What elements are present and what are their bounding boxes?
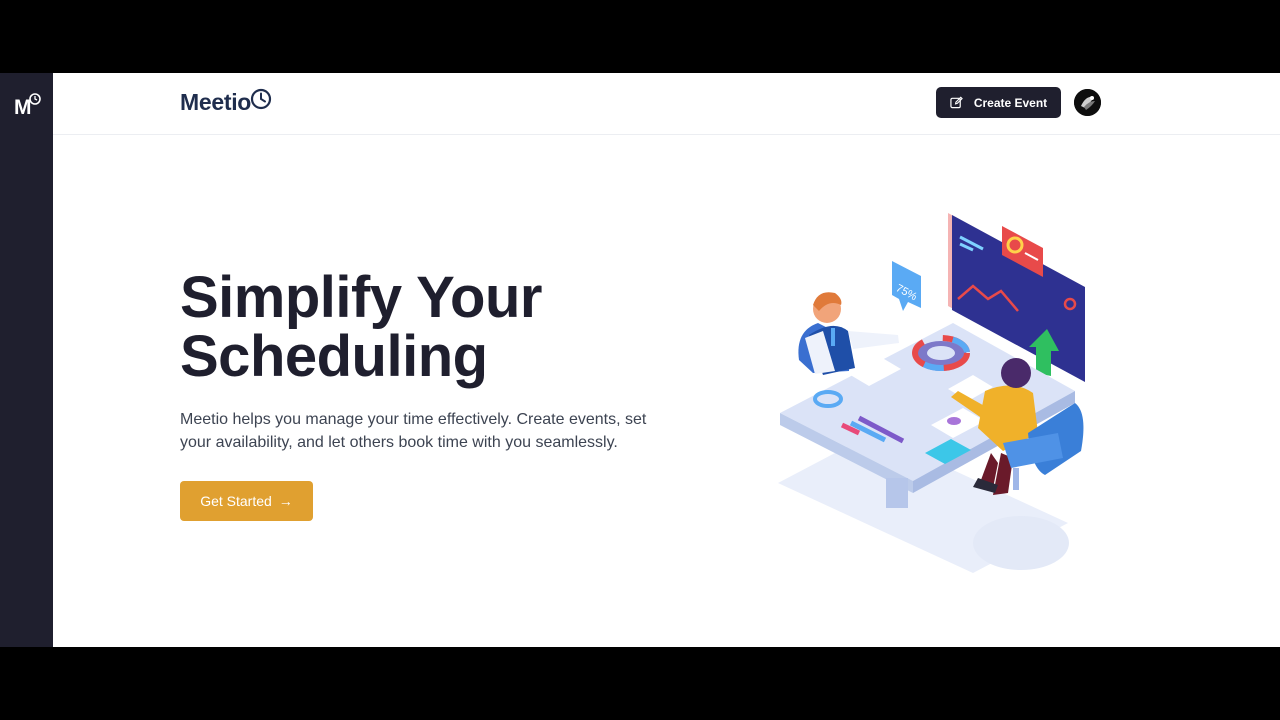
arrow-right-icon: → — [278, 493, 293, 509]
main-viewport: Meetio Create Event Simplify Your Schedu… — [53, 73, 1280, 647]
hero-description-line2: your availability, and let others book t… — [180, 434, 618, 451]
user-avatar[interactable] — [1074, 89, 1101, 116]
create-event-button[interactable]: Create Event — [936, 87, 1061, 118]
brand-logo[interactable]: Meetio — [180, 87, 272, 117]
hero-description: Meetio helps you manage your time effect… — [180, 408, 670, 454]
sidebar-logo-icon[interactable]: M — [14, 92, 42, 118]
edit-icon — [950, 96, 963, 109]
hero-description-line1: Meetio helps you manage your time effect… — [180, 411, 647, 428]
hero-title: Simplify Your Scheduling — [180, 268, 640, 386]
brand-name: Meetio — [180, 88, 252, 115]
top-navigation-bar: Meetio Create Event — [53, 73, 1280, 135]
avatar-image — [1074, 89, 1101, 116]
get-started-button[interactable]: Get Started → — [180, 481, 313, 521]
sidebar-logo-letter: M — [14, 96, 32, 118]
meeting-illustration: 75% — [778, 213, 1085, 573]
create-event-label: Create Event — [973, 95, 1048, 110]
get-started-label: Get Started — [200, 493, 272, 509]
clock-icon — [250, 88, 272, 110]
hero-title-line1: Simplify Your — [180, 265, 542, 330]
sidebar — [0, 73, 53, 647]
hero-title-line2: Scheduling — [180, 324, 488, 389]
